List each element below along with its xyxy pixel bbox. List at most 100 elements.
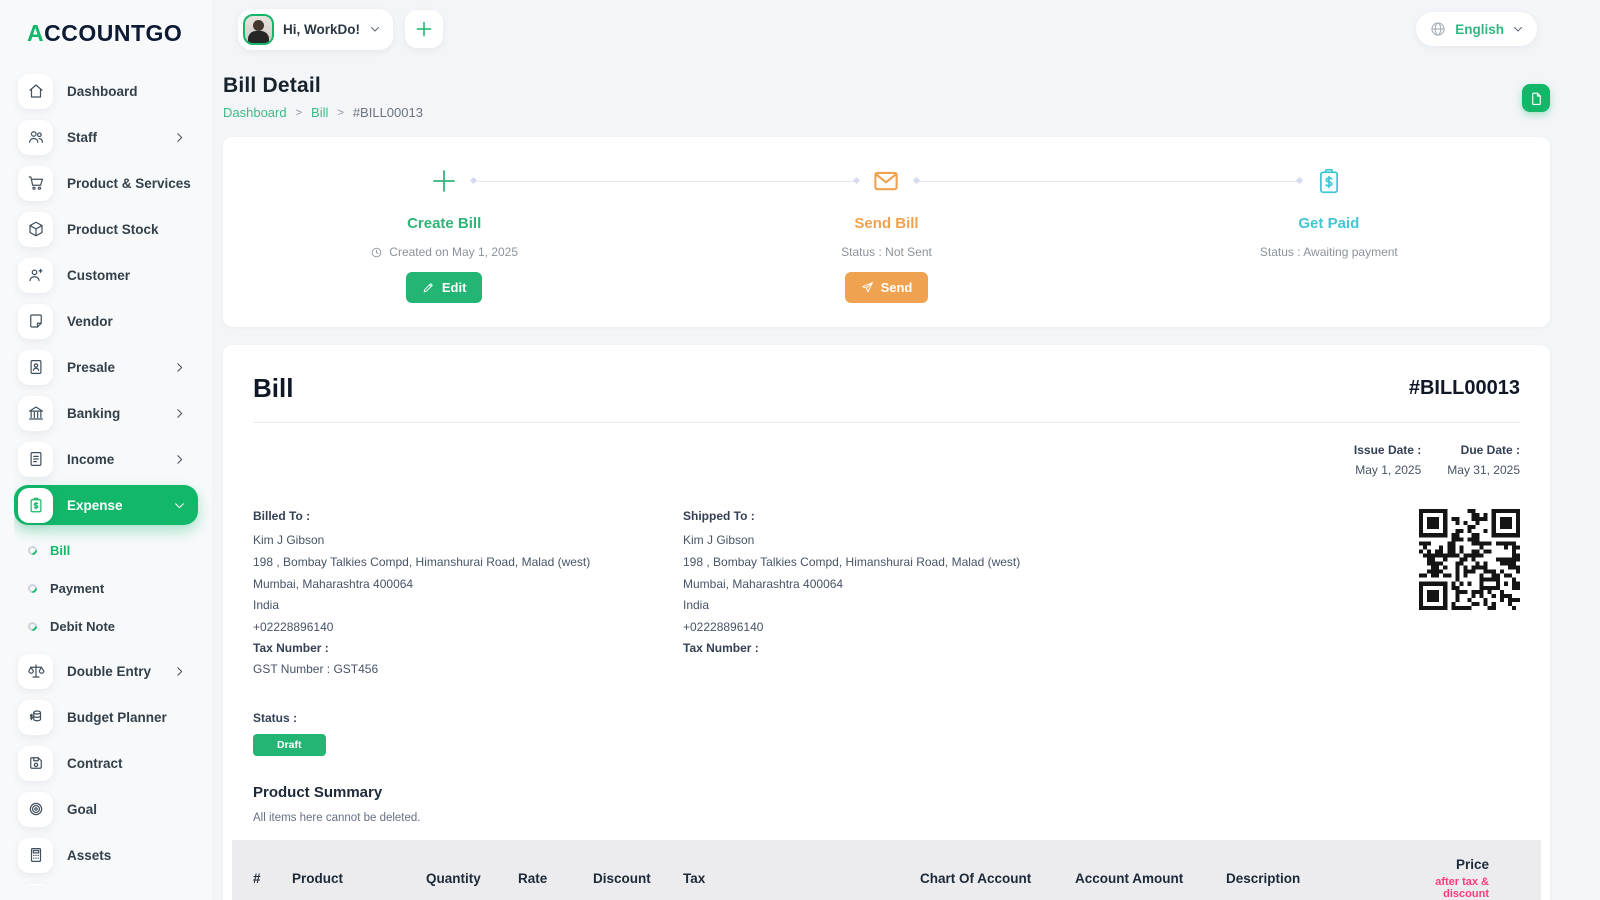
bill-addresses: Billed To : Kim J Gibson 198 , Bombay Ta… bbox=[253, 509, 1520, 683]
globe-icon bbox=[1429, 20, 1447, 38]
step-info: Status : Awaiting payment bbox=[1260, 245, 1398, 259]
sidebar-subitem-payment[interactable]: Payment bbox=[28, 569, 212, 607]
sidebar-item-label: Product Stock bbox=[67, 222, 198, 237]
qr-code bbox=[1419, 509, 1520, 610]
sidebar-item-budget-planner[interactable]: Budget Planner bbox=[14, 697, 198, 737]
sidebar-item-label: Presale bbox=[67, 360, 159, 375]
sidebar-subitem-debit-note[interactable]: Debit Note bbox=[28, 607, 212, 645]
chevron-down-icon bbox=[1512, 23, 1524, 35]
app-logo: ACCOUNTGO bbox=[14, 20, 212, 47]
due-date: Due Date : May 31, 2025 bbox=[1447, 443, 1520, 477]
sidebar-item-label: Double Entry bbox=[67, 664, 159, 679]
bank-icon bbox=[18, 396, 53, 431]
product-table: # Product Quantity Rate Discount Tax Cha… bbox=[232, 840, 1541, 900]
presale-icon bbox=[18, 350, 53, 385]
chevron-right-icon bbox=[173, 407, 186, 420]
breadcrumb-separator: > bbox=[296, 107, 302, 119]
chevron-right-icon bbox=[173, 361, 186, 374]
sidebar-item-label: Banking bbox=[67, 406, 159, 421]
step-connector bbox=[472, 181, 858, 182]
chevron-down-icon bbox=[369, 23, 381, 35]
coins-icon bbox=[18, 700, 53, 735]
sidebar-item-presale[interactable]: Presale bbox=[14, 347, 198, 387]
document-lines-icon bbox=[18, 442, 53, 477]
breadcrumb-dashboard[interactable]: Dashboard bbox=[223, 105, 287, 120]
quick-add-button[interactable] bbox=[405, 10, 443, 48]
scale-icon bbox=[18, 654, 53, 689]
sidebar-item-contract[interactable]: Contract bbox=[14, 743, 198, 783]
sidebar-item-label: Contract bbox=[67, 756, 198, 771]
sidebar-item-expense[interactable]: Expense bbox=[14, 485, 198, 525]
sidebar-item-product-stock[interactable]: Product Stock bbox=[14, 209, 198, 249]
sidebar-item-banking[interactable]: Banking bbox=[14, 393, 198, 433]
target-icon bbox=[18, 792, 53, 827]
topbar: Hi, WorkDo! English bbox=[212, 0, 1600, 58]
sidebar-subitem-label: Debit Note bbox=[50, 619, 115, 634]
send-bill-button[interactable]: Send bbox=[845, 272, 929, 303]
user-greeting: Hi, WorkDo! bbox=[283, 22, 360, 37]
sidebar-item-double-entry[interactable]: Double Entry bbox=[14, 651, 198, 691]
bill-number: #BILL00013 bbox=[1409, 377, 1520, 400]
product-table-header: # Product Quantity Rate Discount Tax Cha… bbox=[232, 840, 1541, 900]
sidebar-item-label: Product & Services bbox=[67, 176, 198, 191]
sidebar-item-label: Expense bbox=[67, 498, 159, 513]
bullet-icon bbox=[26, 544, 39, 557]
staff-icon bbox=[18, 120, 53, 155]
sidebar-item-label: Income bbox=[67, 452, 159, 467]
sidebar-subitem-bill[interactable]: Bill bbox=[28, 531, 212, 569]
sidebar-item-customer[interactable]: Customer bbox=[14, 255, 198, 295]
sidebar-item-product-services[interactable]: Product & Services bbox=[14, 163, 198, 203]
person-plus-icon bbox=[18, 258, 53, 293]
breadcrumb-current: #BILL00013 bbox=[353, 105, 423, 120]
sidebar-item-label: Dashboard bbox=[67, 84, 198, 99]
language-selector[interactable]: English bbox=[1416, 12, 1537, 46]
step-info: Status : Not Sent bbox=[841, 245, 932, 259]
plus-icon bbox=[414, 19, 434, 39]
sidebar-item-label: Staff bbox=[67, 130, 159, 145]
bill-title: Bill bbox=[253, 373, 293, 404]
sidebar-item-label: Vendor bbox=[67, 314, 198, 329]
breadcrumb: Dashboard > Bill > #BILL00013 bbox=[223, 105, 423, 120]
chevron-right-icon bbox=[173, 131, 186, 144]
sidebar-item-dashboard[interactable]: Dashboard bbox=[14, 71, 198, 111]
user-menu[interactable]: Hi, WorkDo! bbox=[238, 9, 393, 50]
sidebar-item-staff[interactable]: Staff bbox=[14, 117, 198, 157]
bill-status-block: Status : Draft bbox=[253, 711, 1520, 756]
plus-icon bbox=[429, 164, 459, 198]
chevron-right-icon bbox=[173, 453, 186, 466]
sidebar-item-vendor[interactable]: Vendor bbox=[14, 301, 198, 341]
sidebar-item-assets[interactable]: Assets bbox=[14, 835, 198, 875]
document-icon bbox=[1529, 91, 1544, 106]
sidebar-item-label: Customer bbox=[67, 268, 198, 283]
step-title: Get Paid bbox=[1298, 215, 1359, 232]
export-document-button[interactable] bbox=[1522, 84, 1550, 112]
pencil-icon bbox=[422, 281, 435, 294]
edit-bill-button[interactable]: Edit bbox=[406, 272, 483, 303]
sidebar-item-income[interactable]: Income bbox=[14, 439, 198, 479]
price-header: Price after tax & discount bbox=[1416, 857, 1541, 900]
chevron-down-icon bbox=[173, 499, 186, 512]
paid-clipboard-icon bbox=[1314, 164, 1344, 198]
breadcrumb-separator: > bbox=[337, 107, 343, 119]
partial-icon bbox=[18, 884, 53, 886]
step-send-bill: Send Bill Status : Not Sent Send bbox=[665, 137, 1107, 327]
note-icon bbox=[18, 304, 53, 339]
bullet-icon bbox=[26, 620, 39, 633]
home-icon bbox=[18, 74, 53, 109]
sidebar-item-partial[interactable] bbox=[14, 881, 198, 885]
main-content: Bill Detail Dashboard > Bill > #BILL0001… bbox=[223, 58, 1550, 900]
breadcrumb-bill[interactable]: Bill bbox=[311, 105, 328, 120]
sidebar-item-goal[interactable]: Goal bbox=[14, 789, 198, 829]
sidebar-nav: Dashboard Staff Product & Services Produ… bbox=[14, 65, 212, 885]
product-summary-title: Product Summary bbox=[253, 784, 1520, 801]
price-subtitle: after tax & discount bbox=[1416, 876, 1489, 900]
sidebar: ACCOUNTGO Dashboard Staff Product & Serv… bbox=[0, 0, 212, 900]
floppy-icon bbox=[18, 746, 53, 781]
sidebar-item-label: Assets bbox=[67, 848, 198, 863]
page-header: Bill Detail Dashboard > Bill > #BILL0001… bbox=[223, 74, 1550, 120]
bill-detail-card: Bill #BILL00013 Issue Date : May 1, 2025… bbox=[223, 345, 1550, 900]
status-badge: Draft bbox=[253, 734, 326, 756]
avatar bbox=[243, 14, 274, 45]
bill-progress-card: Create Bill Created on May 1, 2025 Edit … bbox=[223, 137, 1550, 327]
sidebar-subitem-label: Payment bbox=[50, 581, 104, 596]
